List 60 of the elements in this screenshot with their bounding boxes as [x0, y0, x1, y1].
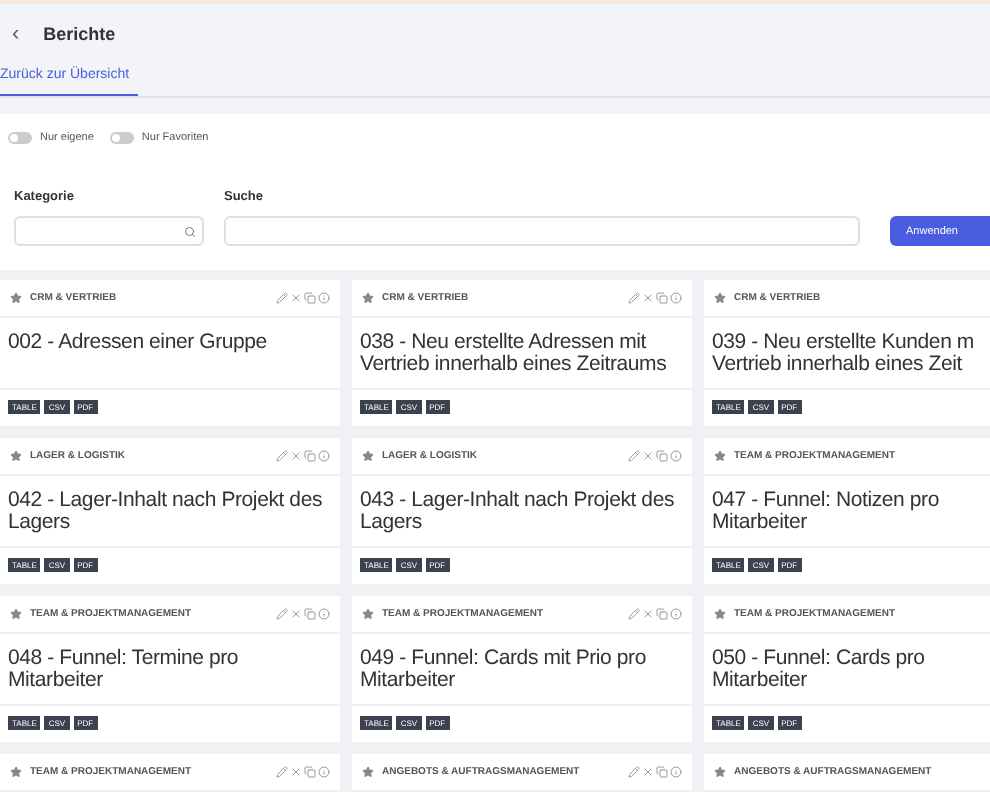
back-button[interactable]: ‹ — [12, 22, 20, 46]
star-icon[interactable] — [362, 766, 374, 778]
star-icon[interactable] — [362, 608, 374, 620]
close-icon[interactable] — [642, 608, 654, 620]
info-icon[interactable] — [670, 292, 682, 304]
copy-icon[interactable] — [304, 292, 316, 304]
card-title: 048 - Funnel: Termine pro Mitarbeiter — [0, 634, 340, 706]
copy-icon[interactable] — [656, 450, 668, 462]
info-icon[interactable] — [318, 292, 330, 304]
pencil-icon[interactable] — [276, 766, 288, 778]
copy-icon[interactable] — [304, 450, 316, 462]
category-field[interactable] — [14, 216, 204, 246]
star-icon[interactable] — [714, 292, 726, 304]
copy-icon[interactable] — [304, 608, 316, 620]
card-title: 050 - Funnel: Cards pro Mitarbeiter — [704, 634, 990, 706]
card-title: 039 - Neu erstellte Kunden m Vertrieb innerhalb eines Zeit — [704, 318, 990, 390]
pencil-icon[interactable] — [276, 450, 288, 462]
star-icon[interactable] — [10, 292, 22, 304]
close-icon[interactable] — [642, 292, 654, 304]
star-icon[interactable] — [10, 766, 22, 778]
pencil-icon[interactable] — [628, 450, 640, 462]
pencil-icon[interactable] — [628, 766, 640, 778]
card-title: 002 - Adressen einer Gruppe — [0, 318, 340, 390]
search-icon — [184, 225, 196, 237]
pencil-icon[interactable] — [628, 292, 640, 304]
card-title: 043 - Lager-Inhalt nach Projekt des Lagers — [352, 476, 692, 548]
close-icon[interactable] — [642, 450, 654, 462]
info-icon[interactable] — [318, 608, 330, 620]
close-icon[interactable] — [290, 292, 302, 304]
pencil-icon[interactable] — [276, 608, 288, 620]
info-icon[interactable] — [670, 766, 682, 778]
star-icon[interactable] — [362, 450, 374, 462]
close-icon[interactable] — [290, 766, 302, 778]
pencil-icon[interactable] — [628, 608, 640, 620]
close-icon[interactable] — [290, 450, 302, 462]
star-icon[interactable] — [10, 450, 22, 462]
card-title: 038 - Neu erstellte Adressen mit Vertrieb innerhalb eines Zeitraums — [352, 318, 692, 390]
info-icon[interactable] — [318, 450, 330, 462]
toggle-switch[interactable] — [109, 132, 134, 144]
star-icon[interactable] — [714, 450, 726, 462]
card-title: 049 - Funnel: Cards mit Prio pro Mitarbeiter — [352, 634, 692, 706]
star-icon[interactable] — [714, 766, 726, 778]
card-title: 047 - Funnel: Notizen pro Mitarbeiter — [704, 476, 990, 548]
copy-icon[interactable] — [656, 608, 668, 620]
info-icon[interactable] — [670, 608, 682, 620]
search-field[interactable] — [224, 216, 860, 246]
toggle-switch[interactable] — [8, 132, 32, 144]
copy-icon[interactable] — [656, 766, 668, 778]
card-title: 042 - Lager-Inhalt nach Projekt des Lagers — [0, 476, 340, 548]
star-icon[interactable] — [362, 292, 374, 304]
info-icon[interactable] — [670, 450, 682, 462]
copy-icon[interactable] — [304, 766, 316, 778]
close-icon[interactable] — [290, 608, 302, 620]
copy-icon[interactable] — [656, 292, 668, 304]
page-title: Berichte — [43, 24, 116, 44]
pencil-icon[interactable] — [276, 292, 288, 304]
star-icon[interactable] — [10, 608, 22, 620]
close-icon[interactable] — [642, 766, 654, 778]
info-icon[interactable] — [318, 766, 330, 778]
star-icon[interactable] — [714, 608, 726, 620]
